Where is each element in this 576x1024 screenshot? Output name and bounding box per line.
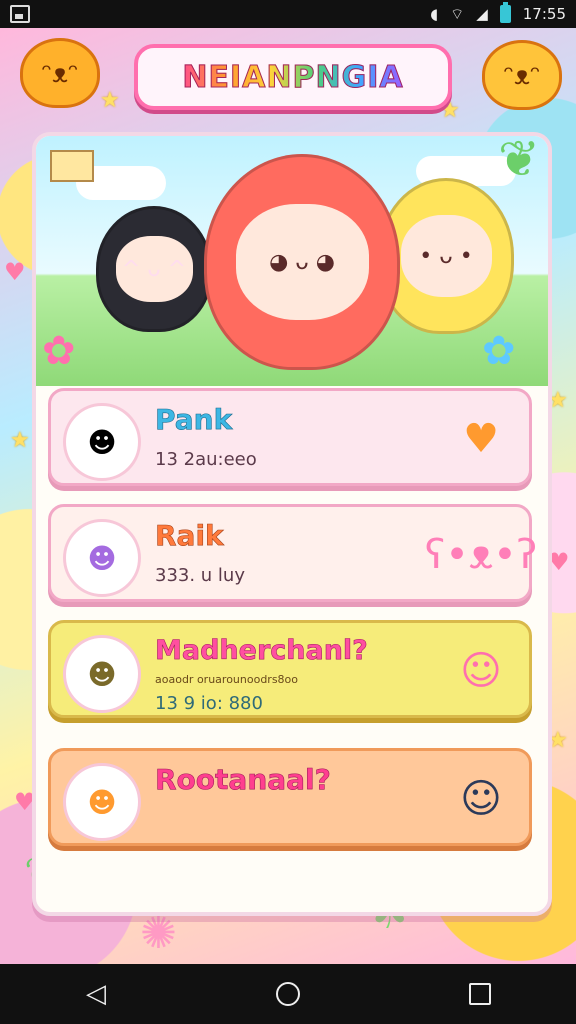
wifi-icon: ⌔ <box>450 4 465 23</box>
list-item[interactable]: ☻ Raik 333. u luy ʕ•ᴥ•ʔ <box>48 504 537 602</box>
signal-icon: ◢ <box>476 5 488 23</box>
card-title: Rootanaal? <box>155 763 331 797</box>
card-subtitle: 13 2au:eeo <box>155 449 257 470</box>
character-red-hair: ◕ ᴗ ◕ <box>204 154 400 370</box>
do-not-disturb-icon: ◖ <box>430 5 439 23</box>
avatar-orange-hair-icon: ☻ <box>63 763 141 841</box>
star-icon: ★ <box>100 88 120 113</box>
card-description: aoaodr oruarounoodrs8oo <box>155 673 299 686</box>
list-item[interactable]: ☻ Pank 13 2au:eeo ♥ <box>48 388 532 486</box>
list-item[interactable]: ☻ Madherchanl? aoaodr oruarounoodrs8oo 1… <box>48 620 532 718</box>
home-icon[interactable] <box>268 974 308 1014</box>
heart-icon[interactable]: ♥ <box>449 411 513 467</box>
main-panel: ❦ ^ ᴗ ^ • ᴗ • ◕ ᴗ ◕ ✿ ✿ ☻ Pank 13 2au:ee… <box>32 132 552 916</box>
bear-hearts-icon[interactable]: ʕ•ᴥ•ʔ <box>425 527 537 583</box>
star-icon: ★ <box>10 428 30 453</box>
recents-icon[interactable] <box>460 974 500 1014</box>
avatar-black-hair-icon: ☻ <box>63 403 141 481</box>
flower-icon: ✿ <box>482 328 516 374</box>
mascot-right-icon: ᵔᴥᵔ <box>482 40 562 110</box>
heart-icon: ♥ <box>4 258 26 286</box>
card-title: Pank <box>155 403 233 437</box>
character-black-hair: ^ ᴗ ^ <box>96 206 212 332</box>
list-item[interactable]: ☻ Rootanaal? ☺ <box>48 748 532 846</box>
back-icon[interactable]: ◁ <box>76 974 116 1014</box>
title-banner: NEIANPNGIA <box>134 44 452 110</box>
photo-icon <box>10 5 30 23</box>
game-title: NEIANPNGIA <box>182 59 404 95</box>
card-subtitle: 13 9 io: 880 <box>155 693 263 714</box>
battery-icon <box>499 2 511 23</box>
navigation-bar: ◁ <box>0 964 576 1024</box>
hero-illustration: ❦ ^ ᴗ ^ • ᴗ • ◕ ᴗ ◕ ✿ ✿ <box>36 136 548 386</box>
butterfly-icon: ❦ <box>498 132 540 188</box>
card-title: Madherchanl? <box>155 635 368 667</box>
mascot-left-icon: ᵔᴥᵔ <box>20 38 100 108</box>
dark-girl-icon[interactable]: ☺ <box>449 771 513 827</box>
card-title: Raik <box>155 519 224 553</box>
card-subtitle: 333. u luy <box>155 565 245 586</box>
pink-girl-icon[interactable]: ☺ <box>449 643 513 699</box>
character-list: ☻ Pank 13 2au:eeo ♥ ☻ Raik 333. u luy ʕ•… <box>48 388 537 864</box>
status-bar: ◖ ⌔ ◢ 17:55 <box>0 0 576 28</box>
flag-icon <box>50 150 94 182</box>
flower-icon: ✿ <box>42 328 76 374</box>
status-time: 17:55 <box>522 5 566 23</box>
avatar-purple-hair-icon: ☻ <box>63 519 141 597</box>
avatar-olive-hair-icon: ☻ <box>63 635 141 713</box>
